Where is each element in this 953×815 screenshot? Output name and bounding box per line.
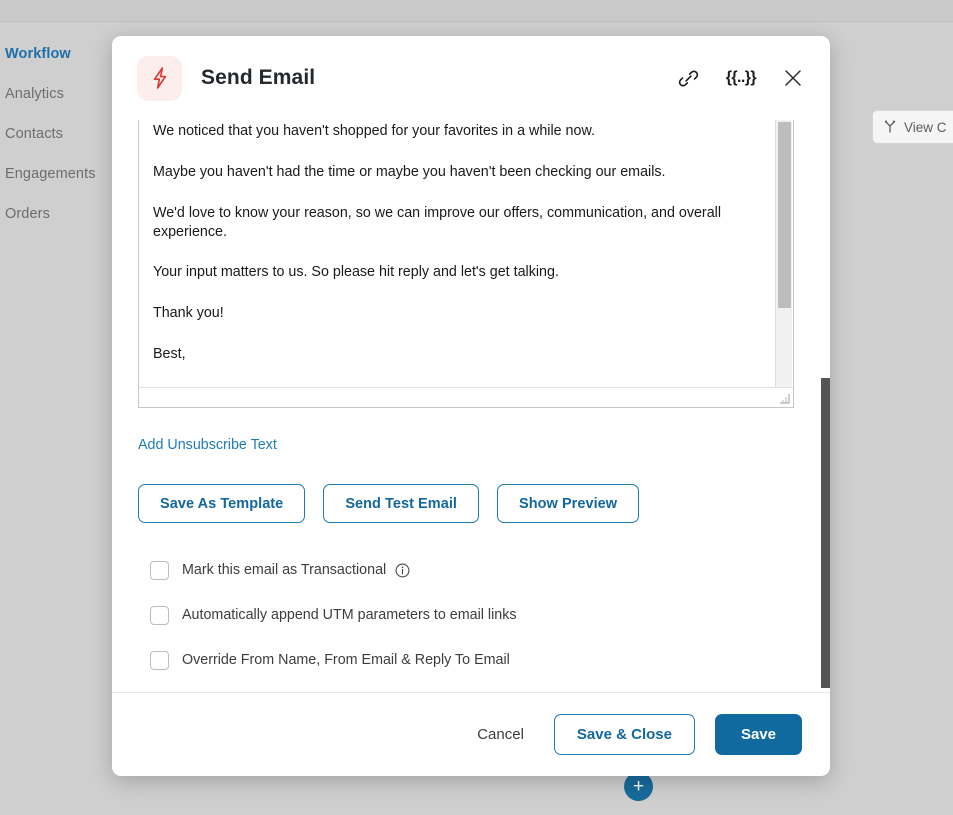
sidebar-item-label: Engagements [5, 166, 96, 182]
modal-header: Send Email {{..}} [112, 36, 830, 120]
email-body-box[interactable]: We noticed that you haven't shopped for … [138, 120, 794, 408]
sidebar-item-engagements[interactable]: Engagements [5, 154, 112, 194]
plus-icon: + [632, 776, 645, 797]
utm-parameters-label: Automatically append UTM parameters to e… [182, 607, 517, 623]
email-paragraph: We'd love to know your reason, so we can… [153, 204, 722, 240]
email-paragraph: We noticed that you haven't shopped for … [153, 123, 595, 139]
info-icon[interactable] [395, 563, 410, 578]
sidebar: Workflow Analytics Contacts Engagements … [0, 34, 112, 234]
template-variable-icon[interactable]: {{..}} [726, 69, 757, 87]
sidebar-item-label: Contacts [5, 126, 64, 142]
email-options-list: Mark this email as Transactional Automat… [138, 552, 804, 678]
email-body-content[interactable]: We noticed that you haven't shopped for … [139, 120, 763, 386]
page-title: Send Email [201, 66, 316, 89]
view-contacts-button[interactable]: View C [872, 110, 953, 144]
show-preview-button[interactable]: Show Preview [497, 484, 640, 523]
option-transactional[interactable]: Mark this email as Transactional [138, 552, 804, 588]
link-icon[interactable] [677, 67, 700, 90]
modal-body-scrollbar-thumb[interactable] [821, 378, 830, 688]
send-email-modal: Send Email {{..}} We noticed that you ha… [112, 36, 830, 776]
background-topbar [0, 0, 953, 22]
sidebar-item-contacts[interactable]: Contacts [5, 114, 112, 154]
override-from-checkbox[interactable] [150, 650, 169, 670]
email-paragraph: Maybe you haven't had the time or maybe … [153, 163, 666, 180]
sidebar-item-workflow[interactable]: Workflow [5, 34, 112, 74]
transactional-label: Mark this email as Transactional [182, 562, 387, 578]
resize-grip-icon[interactable] [779, 393, 790, 404]
sidebar-item-analytics[interactable]: Analytics [5, 74, 112, 114]
app-root: Workflow Analytics Contacts Engagements … [0, 0, 953, 815]
utm-parameters-checkbox[interactable] [150, 605, 169, 625]
add-unsubscribe-text-link[interactable]: Add Unsubscribe Text [138, 437, 277, 453]
save-and-close-button[interactable]: Save & Close [553, 714, 695, 755]
email-paragraph: Your input matters to us. So please hit … [153, 264, 559, 281]
save-button[interactable]: Save [714, 714, 802, 755]
email-paragraph: Best, [153, 346, 186, 363]
sidebar-item-label: Workflow [5, 46, 71, 62]
view-contacts-label: View C [904, 119, 947, 135]
sidebar-item-orders[interactable]: Orders [5, 194, 112, 234]
sidebar-item-label: Analytics [5, 86, 64, 102]
transactional-checkbox[interactable] [150, 560, 169, 580]
option-utm-parameters[interactable]: Automatically append UTM parameters to e… [138, 597, 804, 633]
email-paragraph: Thank you! [153, 305, 224, 322]
lightning-bolt-icon [137, 55, 182, 101]
modal-footer: Cancel Save & Close Save [112, 692, 830, 776]
editor-statusbar [139, 387, 793, 407]
modal-header-actions: {{..}} [677, 67, 804, 90]
option-override-from[interactable]: Override From Name, From Email & Reply T… [138, 642, 804, 678]
modal-body-scrollbar[interactable] [821, 120, 830, 692]
email-body-editor[interactable]: We noticed that you haven't shopped for … [138, 120, 794, 408]
save-as-template-button[interactable]: Save As Template [138, 484, 306, 523]
cancel-button[interactable]: Cancel [467, 718, 534, 751]
override-from-label: Override From Name, From Email & Reply T… [182, 652, 510, 668]
close-icon[interactable] [782, 67, 804, 89]
editor-scrollbar[interactable]: ▼ [775, 120, 792, 406]
add-workflow-step-button[interactable]: + [624, 772, 653, 801]
email-action-buttons: Save As Template Send Test Email Show Pr… [138, 484, 804, 523]
sidebar-item-label: Orders [5, 206, 50, 222]
send-test-email-button[interactable]: Send Test Email [323, 484, 479, 523]
modal-body: We noticed that you haven't shopped for … [112, 120, 830, 692]
editor-scrollbar-thumb[interactable] [778, 122, 791, 308]
branch-icon [883, 119, 897, 136]
